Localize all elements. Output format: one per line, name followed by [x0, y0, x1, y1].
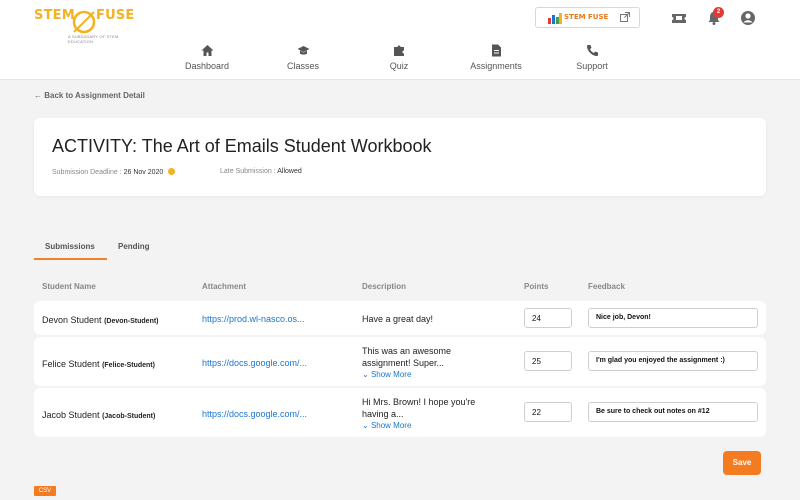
student-full-name: Felice Student	[42, 359, 100, 369]
nav-support-label: Support	[576, 61, 608, 71]
graduation-cap-icon	[297, 46, 309, 55]
student-name: Felice Student (Felice-Student)	[42, 359, 155, 369]
late-label: Late Submission :	[220, 168, 276, 175]
late-submission: Late Submission : Allowed	[220, 168, 302, 175]
attachment-link[interactable]: https://docs.google.com/...	[202, 409, 307, 419]
document-icon	[491, 44, 501, 57]
feedback-input[interactable]: I'm glad you enjoyed the assignment :)	[588, 351, 758, 371]
logo-ring-icon	[72, 10, 96, 34]
external-link-icon	[620, 12, 630, 22]
page-title: ACTIVITY: The Art of Emails Student Work…	[52, 136, 432, 156]
description-text: Have a great day!	[362, 314, 434, 324]
student-full-name: Devon Student	[42, 315, 102, 325]
back-link-label: Back to Assignment Detail	[44, 91, 145, 100]
attachment-link[interactable]: https://docs.google.com/...	[202, 358, 307, 368]
chevron-down-icon: ⌄	[362, 370, 369, 379]
column-header-description: Description	[362, 282, 407, 291]
home-icon	[201, 45, 213, 56]
feedback-input[interactable]: Be sure to check out notes on #12	[588, 402, 758, 422]
deadline-value: 26 Nov 2020	[123, 169, 164, 176]
nav-classes-label: Classes	[286, 61, 319, 71]
chip-label: STEM FUSE	[564, 13, 609, 21]
user-circle-icon[interactable]	[740, 10, 756, 26]
column-header-points: Points	[524, 282, 549, 291]
deadline-label: Submission Deadline :	[52, 169, 122, 176]
active-tab-indicator	[34, 258, 107, 260]
points-input[interactable]: 24	[524, 308, 572, 328]
nav-assignments-label: Assignments	[470, 61, 522, 71]
description-text: This was an awesome assignment! Super...	[362, 346, 452, 368]
attachment-link[interactable]: https://prod.wl-nasco.os...	[202, 314, 305, 324]
tab-pending[interactable]: Pending	[118, 242, 150, 251]
student-name: Devon Student (Devon-Student)	[42, 315, 159, 325]
column-header-attachment: Attachment	[202, 282, 247, 291]
nav-assignments[interactable]: Assignments	[456, 44, 536, 71]
logo-text-right: FUSE	[96, 8, 135, 23]
submission-deadline: Submission Deadline : 26 Nov 2020	[52, 168, 176, 176]
brand-link-chip[interactable]: STEM FUSE	[535, 7, 640, 28]
logo-text-left: STEM	[34, 8, 75, 23]
late-value: Allowed	[277, 168, 302, 175]
top-header: STEM FUSE A SUBSIDIARY OF STEM EDUCATION…	[0, 0, 800, 80]
activity-card: ACTIVITY: The Art of Emails Student Work…	[34, 118, 766, 196]
feedback-input[interactable]: Nice job, Devon!	[588, 308, 758, 328]
nav-dashboard-label: Dashboard	[184, 61, 230, 71]
table-row: Felice Student (Felice-Student) https://…	[34, 337, 766, 386]
phone-icon	[586, 45, 598, 56]
show-more-label: Show More	[370, 421, 412, 430]
points-input[interactable]: 25	[524, 351, 572, 371]
logo-tagline: A SUBSIDIARY OF STEM EDUCATION	[68, 34, 119, 44]
description-text: Hi Mrs. Brown! I hope you're having a...	[362, 397, 476, 419]
show-more-link[interactable]: ⌄ Show More	[362, 370, 411, 379]
nav-quiz-label: Quiz	[389, 61, 409, 71]
arrow-left-icon: ←	[34, 91, 42, 100]
csv-export-button[interactable]: CSV	[34, 486, 56, 496]
tab-submissions[interactable]: Submissions	[45, 242, 95, 251]
column-header-feedback: Feedback	[588, 282, 625, 291]
column-header-student-name: Student Name	[42, 282, 96, 291]
chevron-down-icon: ⌄	[362, 421, 369, 430]
bar-graph-icon	[548, 13, 562, 24]
nav-classes[interactable]: Classes	[263, 44, 343, 71]
table-row: Jacob Student (Jacob-Student) https://do…	[34, 388, 766, 437]
save-button[interactable]: Save	[723, 451, 761, 475]
nav-dashboard[interactable]: Dashboard	[167, 44, 247, 71]
show-more-link[interactable]: ⌄ Show More	[362, 421, 411, 430]
student-username: (Devon-Student)	[104, 318, 159, 325]
student-username: (Felice-Student)	[102, 362, 155, 369]
nav-support[interactable]: Support	[552, 44, 632, 71]
student-name: Jacob Student (Jacob-Student)	[42, 410, 155, 420]
show-more-label: Show More	[370, 370, 412, 379]
nav-quiz[interactable]: Quiz	[359, 44, 439, 71]
notification-badge: 2	[713, 7, 724, 18]
student-username: (Jacob-Student)	[102, 413, 156, 420]
warning-dot-icon	[168, 168, 176, 175]
student-full-name: Jacob Student	[42, 410, 100, 420]
table-row: Devon Student (Devon-Student) https://pr…	[34, 301, 766, 335]
ticket-icon[interactable]	[671, 10, 687, 26]
puzzle-icon	[393, 45, 404, 56]
back-to-assignment-link[interactable]: ← Back to Assignment Detail	[34, 91, 145, 100]
points-input[interactable]: 22	[524, 402, 572, 422]
stem-fuse-logo[interactable]: STEM FUSE A SUBSIDIARY OF STEM EDUCATION	[34, 8, 144, 44]
